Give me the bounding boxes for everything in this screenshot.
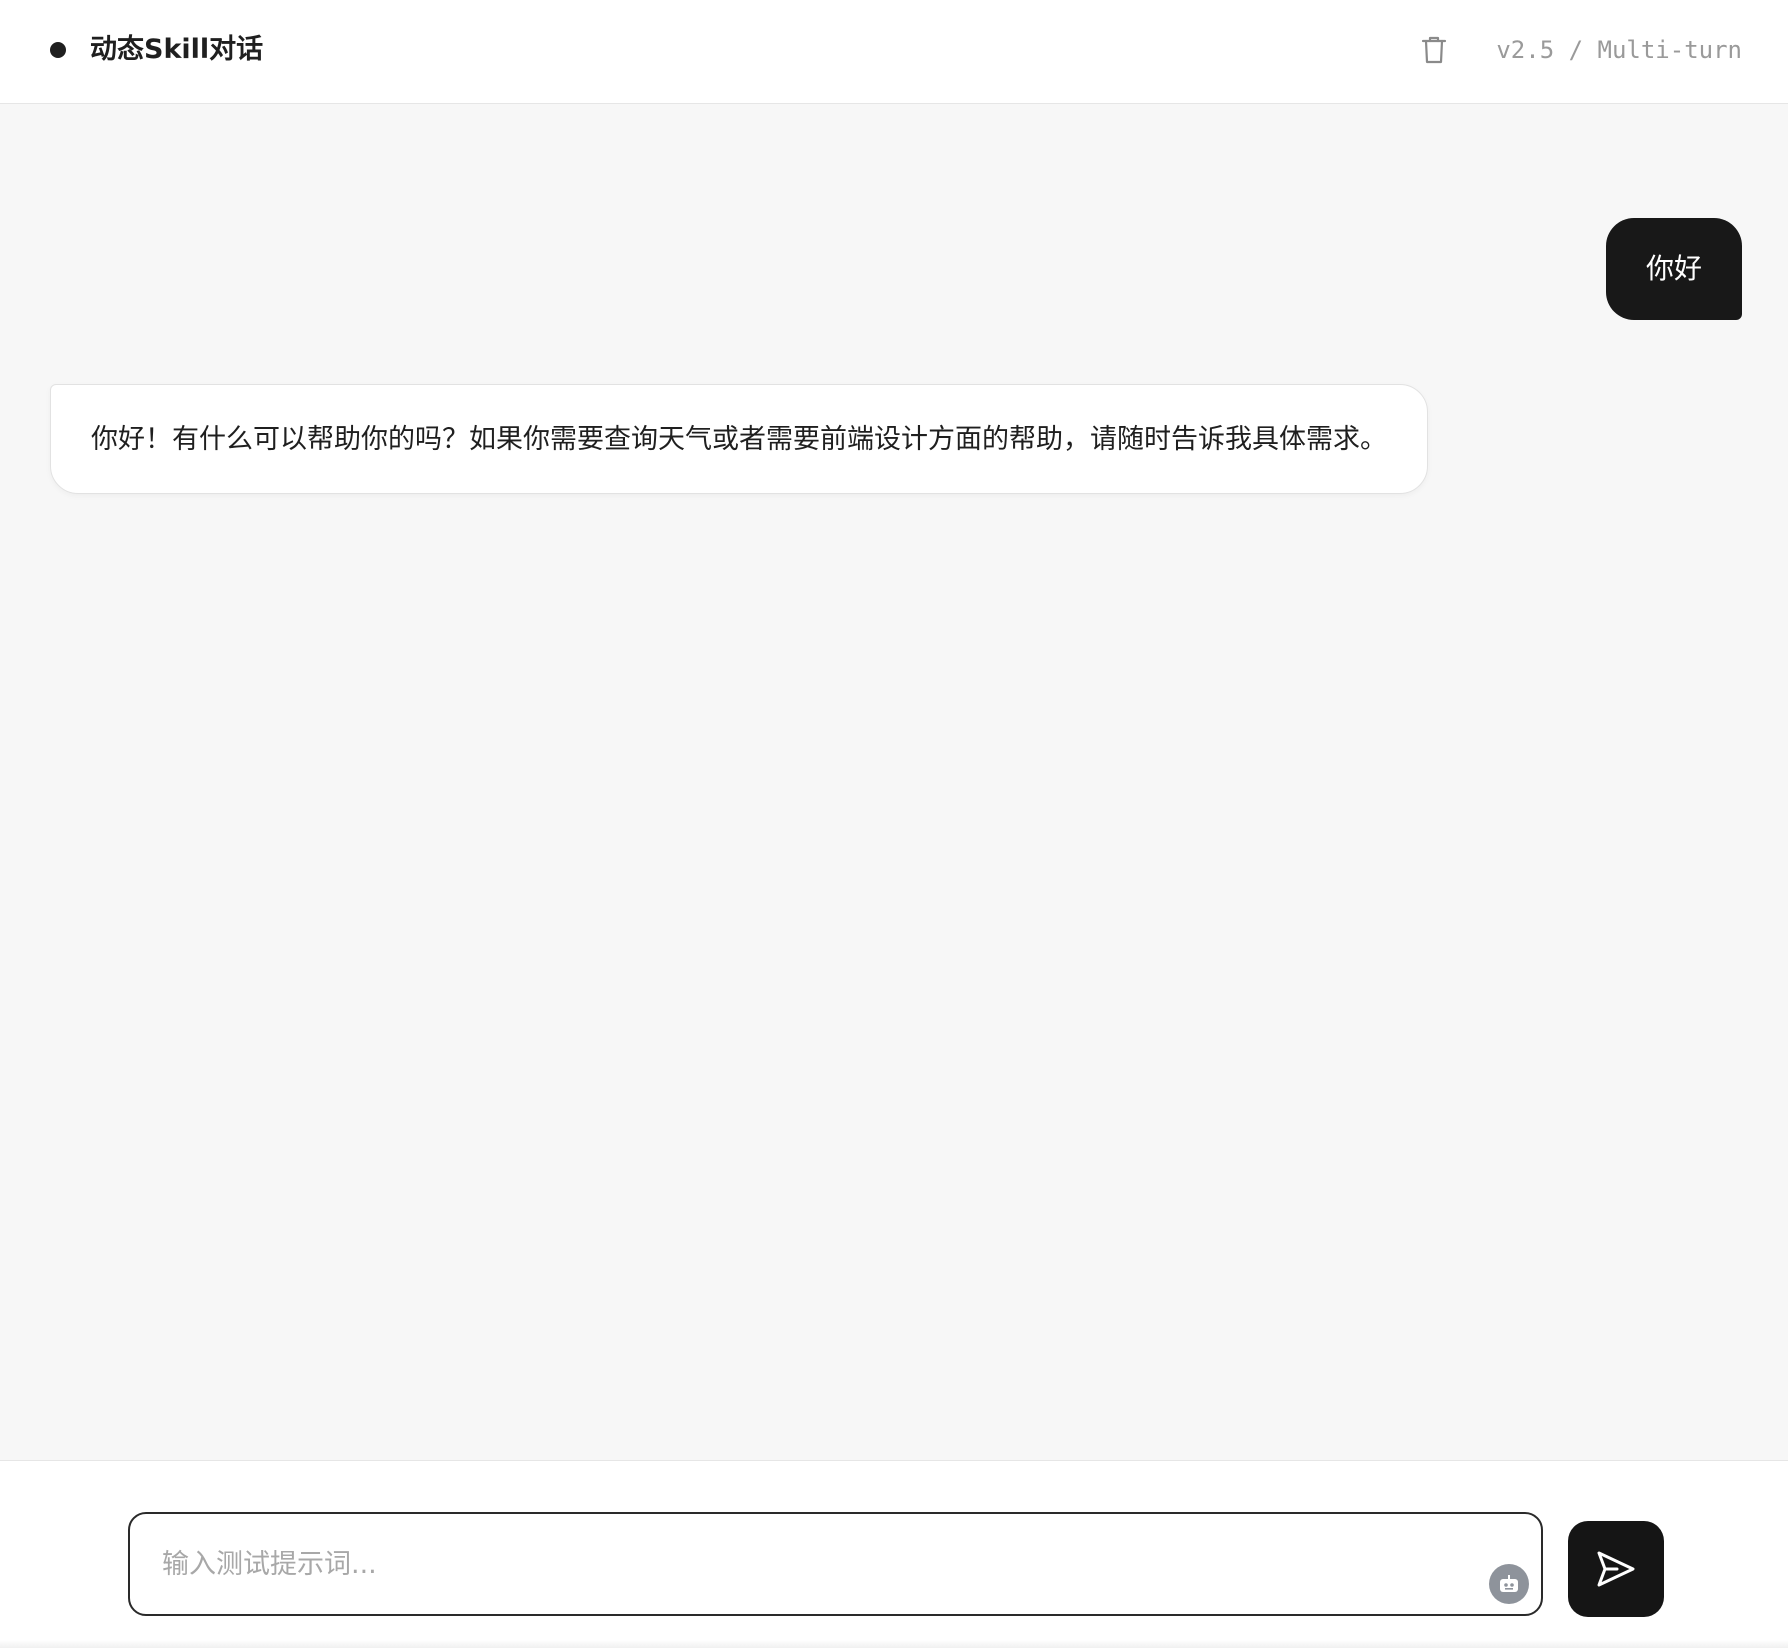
chat-app: 动态Skill对话 v2.5 / Multi-turn 你好 你好！有什么可以帮…: [0, 0, 1788, 1648]
prompt-input[interactable]: [162, 1542, 1462, 1586]
send-icon: [1597, 1551, 1635, 1587]
bottom-shadow: [0, 1640, 1788, 1648]
composer: [0, 1460, 1788, 1648]
clear-chat-button[interactable]: [1418, 32, 1450, 68]
page-title: 动态Skill对话: [90, 34, 264, 65]
message-list: 你好 你好！有什么可以帮助你的吗？如果你需要查询天气或者需要前端设计方面的帮助，…: [0, 104, 1788, 1460]
robot-icon: [1500, 1575, 1518, 1592]
assistant-message: 你好！有什么可以帮助你的吗？如果你需要查询天气或者需要前端设计方面的帮助，请随时…: [50, 384, 1428, 494]
version-label: v2.5 / Multi-turn: [1496, 36, 1742, 64]
header: 动态Skill对话 v2.5 / Multi-turn: [0, 0, 1788, 104]
status-dot: [50, 42, 66, 58]
prompt-input-container: [128, 1512, 1543, 1616]
trash-icon: [1421, 36, 1447, 64]
agent-button[interactable]: [1489, 1564, 1529, 1604]
user-message: 你好: [1605, 218, 1742, 320]
send-button[interactable]: [1568, 1521, 1664, 1617]
